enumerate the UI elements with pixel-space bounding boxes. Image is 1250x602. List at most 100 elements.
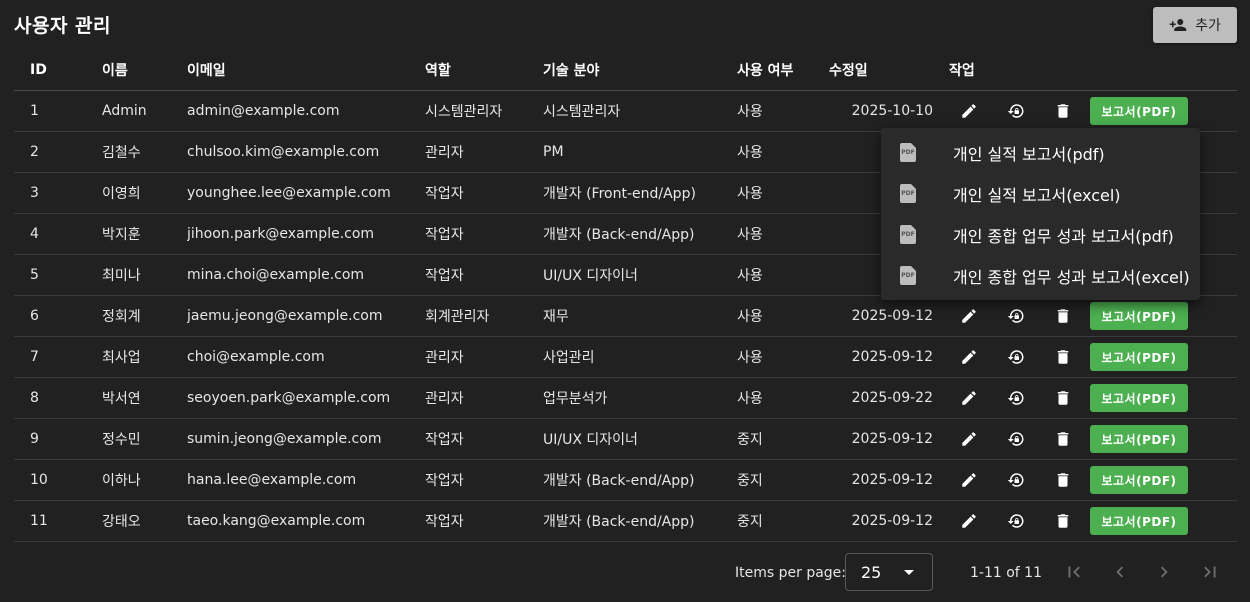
cell-role: 회계관리자 — [425, 295, 543, 337]
cell-name: 이영희 — [102, 172, 187, 214]
cell-email: chulsoo.kim@example.com — [187, 131, 425, 173]
delete-icon[interactable] — [1047, 464, 1079, 496]
cell-email: taeo.kang@example.com — [187, 500, 425, 542]
cell-email: mina.choi@example.com — [187, 254, 425, 296]
report-menu-item[interactable]: PDF 개인 종합 업무 성과 보고서(excel) — [881, 255, 1200, 296]
edit-icon[interactable] — [953, 382, 985, 414]
col-header-role[interactable]: 역할 — [425, 50, 543, 91]
cell-actions: 보고서(PDF) — [949, 377, 1237, 419]
table-row: 7 최사업 choi@example.com 관리자 사업관리 사용 2025-09-12 보… — [14, 336, 1237, 378]
delete-icon[interactable] — [1047, 300, 1079, 332]
report-menu-item[interactable]: PDF 개인 종합 업무 성과 보고서(pdf) — [881, 214, 1200, 255]
cell-id: 3 — [14, 172, 102, 214]
cell-id: 1 — [14, 90, 102, 132]
reset-password-icon[interactable] — [1000, 382, 1032, 414]
cell-id: 2 — [14, 131, 102, 173]
cell-email: seoyoen.park@example.com — [187, 377, 425, 419]
cell-name: 최사업 — [102, 336, 187, 378]
col-header-modified[interactable]: 수정일 — [829, 50, 949, 91]
col-header-id[interactable]: ID — [14, 50, 102, 91]
cell-role: 작업자 — [425, 172, 543, 214]
prev-page-icon — [1116, 566, 1124, 578]
reset-password-icon[interactable] — [1000, 300, 1032, 332]
cell-email: jaemu.jeong@example.com — [187, 295, 425, 337]
cell-modified: 2025-10-10 — [829, 90, 949, 132]
edit-icon[interactable] — [953, 300, 985, 332]
col-header-status[interactable]: 사용 여부 — [737, 50, 829, 91]
report-pdf-button[interactable]: 보고서(PDF) — [1090, 302, 1188, 330]
delete-icon[interactable] — [1047, 423, 1079, 455]
last-page-button[interactable] — [1198, 560, 1222, 584]
report-pdf-button[interactable]: 보고서(PDF) — [1090, 343, 1188, 371]
cell-field: 업무분석가 — [543, 377, 737, 419]
delete-icon[interactable] — [1047, 505, 1079, 537]
cell-name: 정수민 — [102, 418, 187, 460]
reset-password-icon[interactable] — [1000, 95, 1032, 127]
report-menu-item[interactable]: PDF 개인 실적 보고서(pdf) — [881, 132, 1200, 173]
items-per-page-label: Items per page: — [735, 565, 847, 581]
report-menu-item-label: 개인 종합 업무 성과 보고서(excel) — [953, 267, 1190, 287]
table-row: 6 정회계 jaemu.jeong@example.com 회계관리자 재무 사용 2025… — [14, 295, 1237, 337]
items-per-page-select[interactable]: 25 — [845, 553, 933, 591]
edit-icon[interactable] — [953, 464, 985, 496]
cell-field: UI/UX 디자이너 — [543, 418, 737, 460]
add-user-button[interactable]: 추가 — [1153, 7, 1237, 43]
cell-actions: 보고서(PDF) — [949, 418, 1237, 460]
reset-password-icon[interactable] — [1000, 505, 1032, 537]
cell-field: 개발자 (Front-end/App) — [543, 172, 737, 214]
edit-icon[interactable] — [953, 505, 985, 537]
report-pdf-button[interactable]: 보고서(PDF) — [1090, 384, 1188, 412]
cell-actions: 보고서(PDF) — [949, 459, 1237, 501]
last-page-icon — [1204, 566, 1216, 578]
cell-field: UI/UX 디자이너 — [543, 254, 737, 296]
col-header-name[interactable]: 이름 — [102, 50, 187, 91]
cell-field: 재무 — [543, 295, 737, 337]
cell-id: 4 — [14, 213, 102, 255]
next-page-button[interactable] — [1152, 560, 1176, 584]
reset-password-icon[interactable] — [1000, 464, 1032, 496]
cell-field: 시스템관리자 — [543, 90, 737, 132]
cell-id: 5 — [14, 254, 102, 296]
page-title: 사용자 관리 — [14, 15, 112, 37]
reset-password-icon[interactable] — [1000, 341, 1032, 373]
cell-email: jihoon.park@example.com — [187, 213, 425, 255]
cell-field: 개발자 (Back-end/App) — [543, 459, 737, 501]
cell-email: hana.lee@example.com — [187, 459, 425, 501]
col-header-field[interactable]: 기술 분야 — [543, 50, 737, 91]
cell-name: 정회계 — [102, 295, 187, 337]
cell-id: 6 — [14, 295, 102, 337]
cell-role: 관리자 — [425, 377, 543, 419]
first-page-button[interactable] — [1062, 560, 1086, 584]
col-header-email[interactable]: 이메일 — [187, 50, 425, 91]
cell-status: 사용 — [737, 295, 829, 337]
edit-icon[interactable] — [953, 341, 985, 373]
cell-role: 관리자 — [425, 131, 543, 173]
report-pdf-button[interactable]: 보고서(PDF) — [1090, 425, 1188, 453]
cell-name: 강태오 — [102, 500, 187, 542]
prev-page-button[interactable] — [1108, 560, 1132, 584]
cell-name: Admin — [102, 90, 187, 132]
cell-id: 9 — [14, 418, 102, 460]
cell-status: 중지 — [737, 418, 829, 460]
cell-name: 최미나 — [102, 254, 187, 296]
delete-icon[interactable] — [1047, 95, 1079, 127]
dropdown-arrow-icon — [904, 570, 914, 575]
cell-role: 작업자 — [425, 254, 543, 296]
cell-email: sumin.jeong@example.com — [187, 418, 425, 460]
report-pdf-button[interactable]: 보고서(PDF) — [1090, 97, 1188, 125]
cell-role: 시스템관리자 — [425, 90, 543, 132]
cell-role: 작업자 — [425, 213, 543, 255]
delete-icon[interactable] — [1047, 382, 1079, 414]
edit-icon[interactable] — [953, 423, 985, 455]
report-pdf-button[interactable]: 보고서(PDF) — [1090, 507, 1188, 535]
delete-icon[interactable] — [1047, 341, 1079, 373]
edit-icon[interactable] — [953, 95, 985, 127]
table-row: 9 정수민 sumin.jeong@example.com 작업자 UI/UX 디자이너… — [14, 418, 1237, 460]
reset-password-icon[interactable] — [1000, 423, 1032, 455]
cell-role: 작업자 — [425, 500, 543, 542]
cell-actions: 보고서(PDF) — [949, 295, 1237, 337]
pdf-file-icon: PDF — [900, 266, 916, 285]
cell-status: 사용 — [737, 213, 829, 255]
report-menu-item[interactable]: PDF 개인 실적 보고서(excel) — [881, 173, 1200, 214]
report-pdf-button[interactable]: 보고서(PDF) — [1090, 466, 1188, 494]
